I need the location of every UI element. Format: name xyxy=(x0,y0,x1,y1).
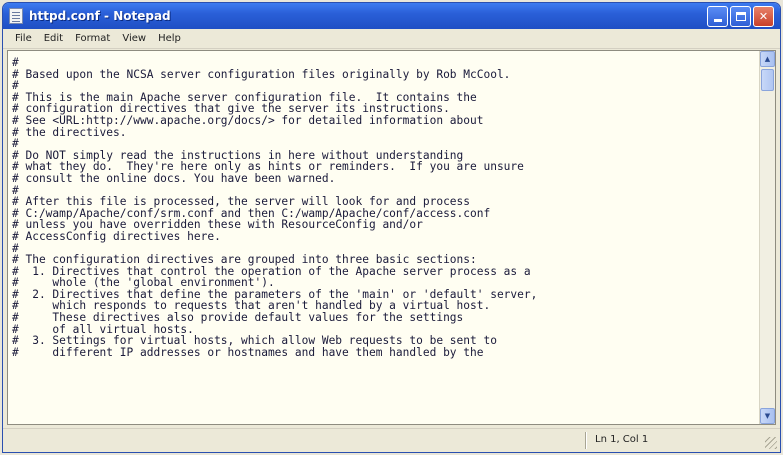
text-line: # Based upon the NCSA server configurati… xyxy=(12,67,511,81)
text-line: # consult the online docs. You have been… xyxy=(12,171,336,185)
maximize-icon xyxy=(735,12,746,21)
status-divider xyxy=(585,432,587,449)
menu-view[interactable]: View xyxy=(116,33,152,44)
text-line: # xyxy=(12,137,19,151)
text-line: # different IP addresses or hostnames an… xyxy=(12,345,484,359)
editor-frame: # # Based upon the NCSA server configurat… xyxy=(7,50,776,425)
text-line: # the directives. xyxy=(12,125,127,139)
menu-bar: File Edit Format View Help xyxy=(3,29,780,49)
scroll-thumb[interactable] xyxy=(761,69,774,91)
text-line: # After this file is processed, the serv… xyxy=(12,195,471,209)
menu-file[interactable]: File xyxy=(9,33,38,44)
close-icon: ✕ xyxy=(758,10,769,23)
close-button[interactable]: ✕ xyxy=(753,6,774,27)
scroll-down-button[interactable]: ▼ xyxy=(760,408,775,424)
minimize-icon xyxy=(713,19,722,22)
text-line: # xyxy=(12,56,19,69)
notepad-window: httpd.conf - Notepad ✕ File Edit Format … xyxy=(2,2,781,453)
text-editor[interactable]: # # Based upon the NCSA server configurat… xyxy=(8,51,760,424)
menu-format[interactable]: Format xyxy=(69,33,116,44)
menu-edit[interactable]: Edit xyxy=(38,33,69,44)
status-bar: Ln 1, Col 1 xyxy=(3,428,780,452)
scroll-up-button[interactable]: ▲ xyxy=(760,51,775,67)
notepad-icon xyxy=(9,8,23,24)
arrow-down-icon: ▼ xyxy=(764,411,771,420)
menu-help[interactable]: Help xyxy=(152,33,187,44)
text-line: # The configuration directives are group… xyxy=(12,253,477,267)
window-controls: ✕ xyxy=(707,6,774,27)
text-line: # These directives also provide default … xyxy=(12,311,464,325)
vertical-scrollbar[interactable]: ▲ ▼ xyxy=(759,51,775,424)
text-line: # See <URL:http://www.apache.org/docs/> … xyxy=(12,113,484,127)
cursor-position: Ln 1, Col 1 xyxy=(595,434,649,445)
resize-grip-icon[interactable] xyxy=(765,437,777,449)
title-bar[interactable]: httpd.conf - Notepad ✕ xyxy=(3,3,780,29)
text-line: # AccessConfig directives here. xyxy=(12,229,221,243)
arrow-up-icon: ▲ xyxy=(764,54,771,63)
maximize-button[interactable] xyxy=(730,6,751,27)
minimize-button[interactable] xyxy=(707,6,728,27)
window-title: httpd.conf - Notepad xyxy=(29,9,171,23)
